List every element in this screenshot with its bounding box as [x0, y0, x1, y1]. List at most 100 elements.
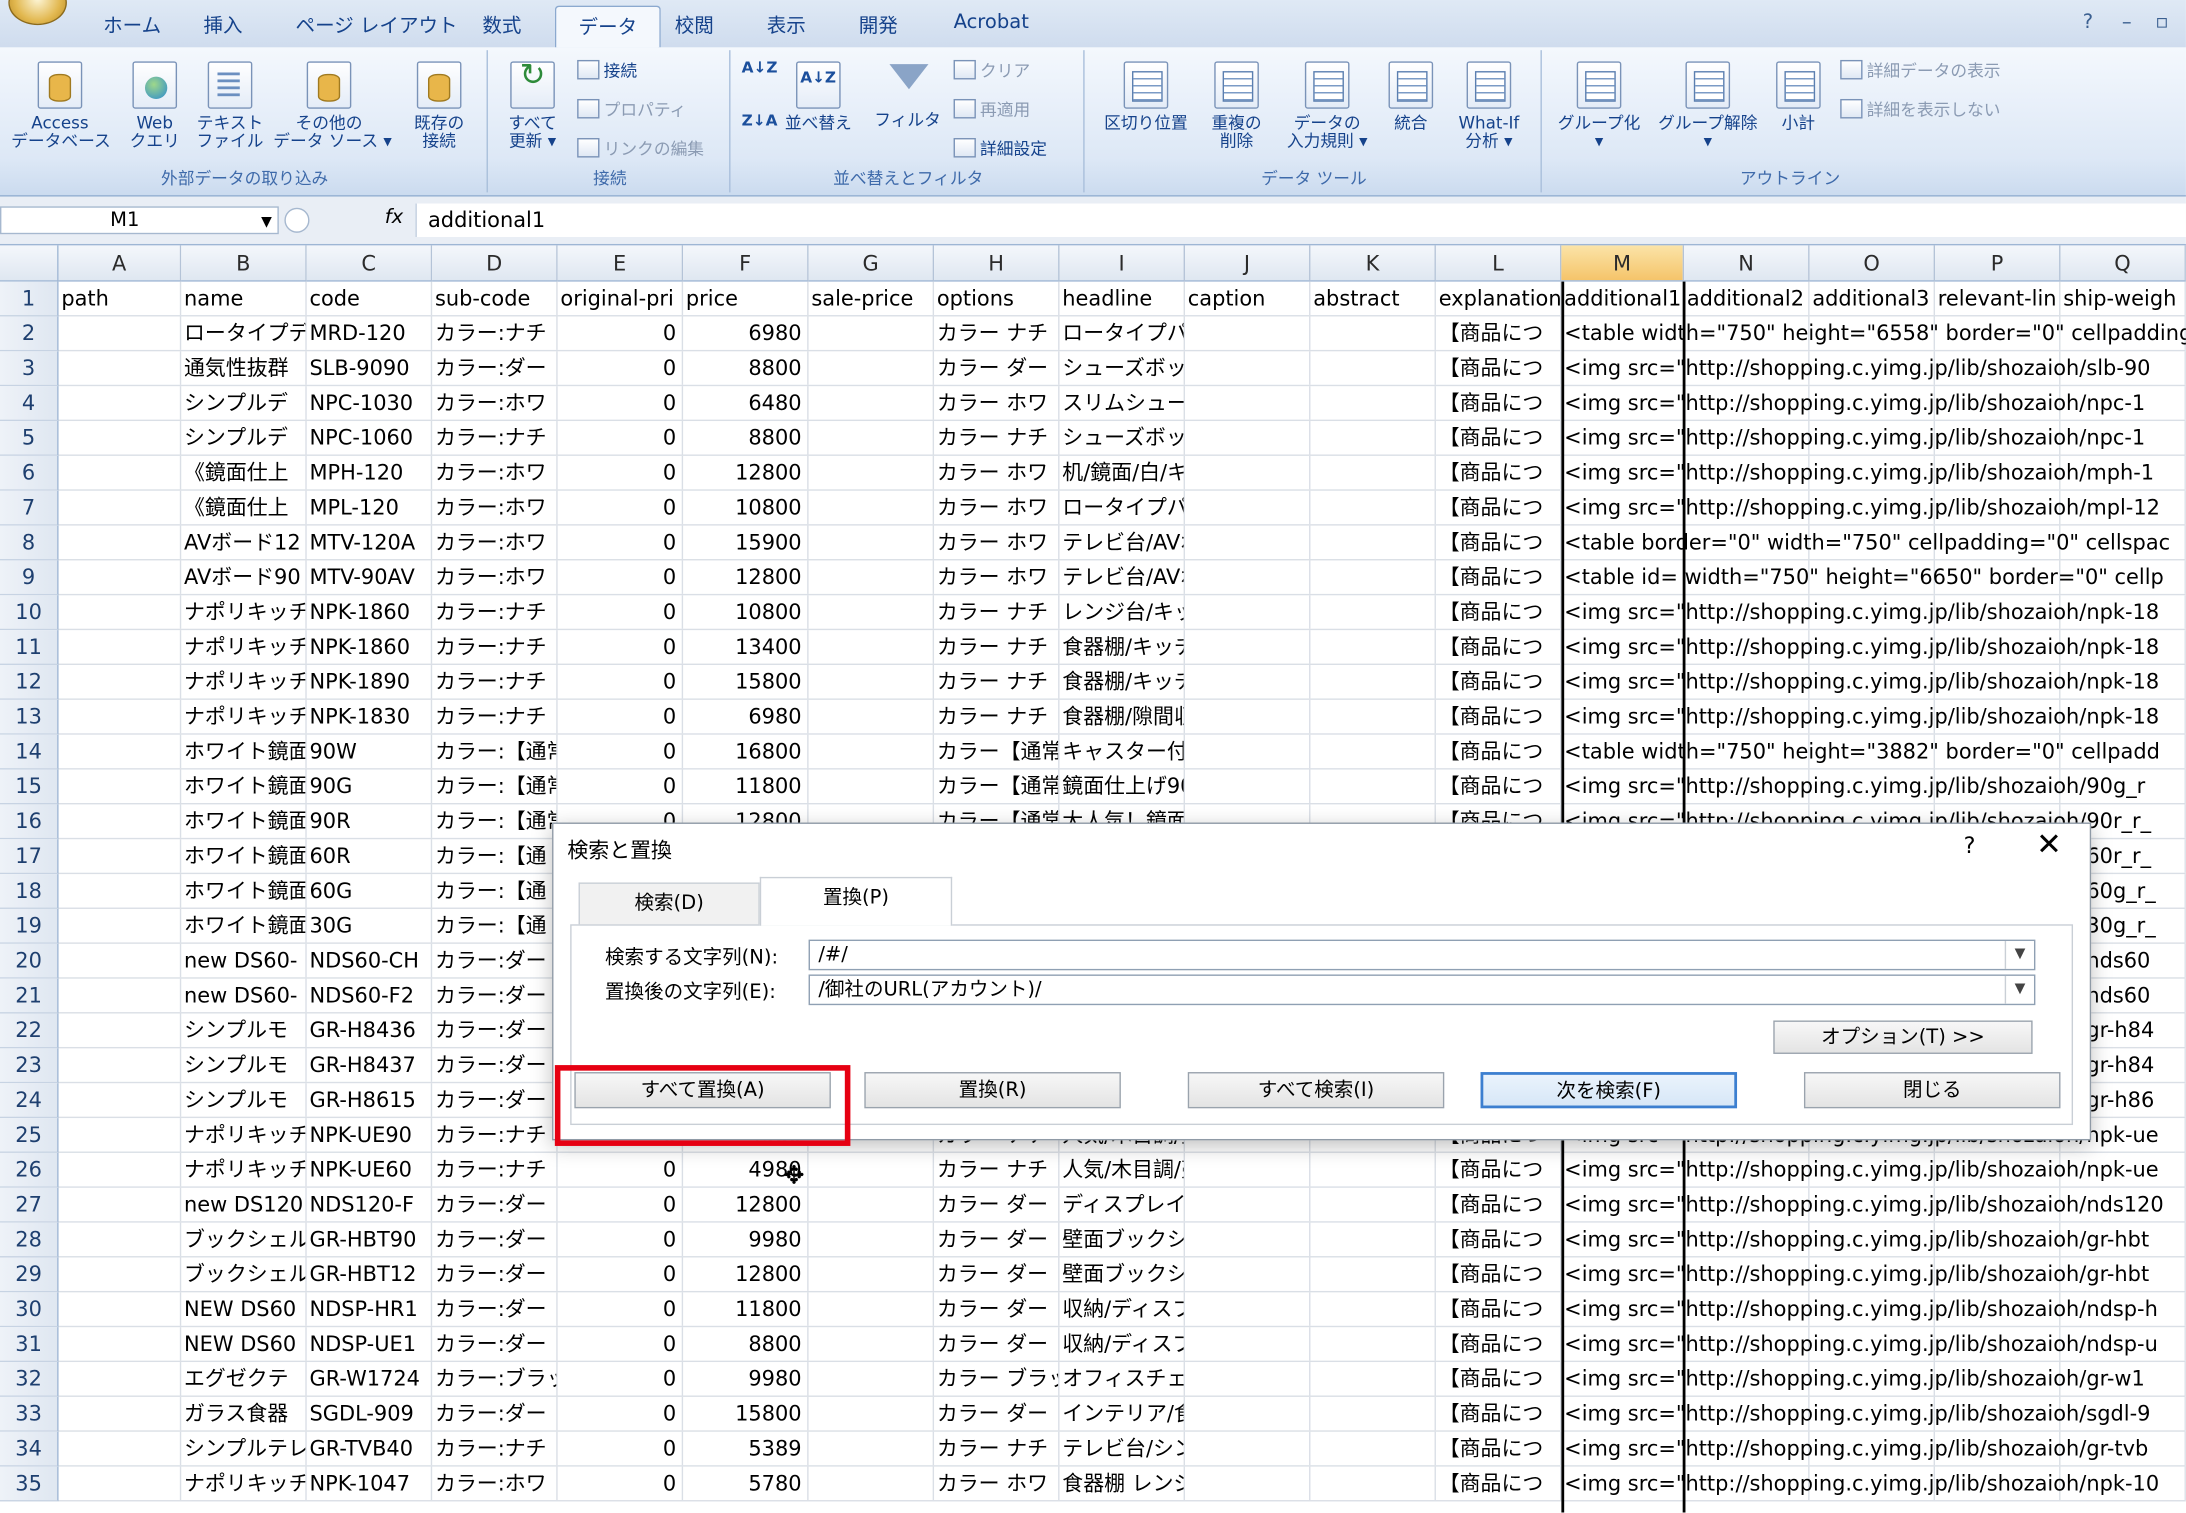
cell-f6[interactable]: 12800: [683, 455, 809, 490]
cell-l26[interactable]: 【商品につ: [1436, 1152, 1562, 1187]
cell-j27[interactable]: [1185, 1187, 1311, 1222]
cell-b16[interactable]: ホワイト鏡面: [181, 804, 307, 838]
reapply-button[interactable]: 再適用: [953, 98, 1030, 122]
cell-h33[interactable]: カラー ダー: [934, 1396, 1060, 1431]
cell-h14[interactable]: カラー【通常: [934, 734, 1060, 769]
cell-l34[interactable]: 【商品につ: [1436, 1431, 1562, 1466]
cell-a33[interactable]: [59, 1396, 182, 1431]
other-sources-button[interactable]: その他の データ ソース ▾: [273, 61, 392, 150]
column-header-l[interactable]: L: [1435, 245, 1562, 282]
cell-g6[interactable]: [809, 455, 935, 490]
cell-m8[interactable]: <table border="0" width="750" cellpaddin…: [1561, 526, 2170, 559]
cell-b30[interactable]: NEW DS60: [181, 1292, 307, 1326]
row-header[interactable]: 26: [0, 1152, 59, 1188]
cell-e5[interactable]: 0: [558, 421, 684, 455]
cell-k12[interactable]: [1310, 664, 1436, 699]
row-header[interactable]: 18: [0, 874, 59, 909]
cell-b34[interactable]: シンプルテレ: [181, 1431, 307, 1466]
cell-e26[interactable]: 0: [558, 1152, 684, 1187]
cell-m10[interactable]: <img src="http://shopping.c.yimg.jp/lib/…: [1561, 595, 2159, 628]
cell-g32[interactable]: [809, 1362, 935, 1396]
cell-j31[interactable]: [1185, 1327, 1311, 1361]
cell-k3[interactable]: [1310, 351, 1436, 385]
cell-e29[interactable]: 0: [558, 1257, 684, 1291]
cell-k7[interactable]: [1310, 490, 1436, 525]
find-all-button[interactable]: すべて検索(I): [1187, 1072, 1445, 1109]
name-box[interactable]: M1 ▼: [0, 206, 279, 235]
cell-l29[interactable]: 【商品につ: [1436, 1257, 1562, 1291]
column-header-g[interactable]: G: [808, 245, 935, 282]
column-header-h[interactable]: H: [934, 245, 1060, 282]
cell-a12[interactable]: [59, 664, 182, 699]
cell-c21[interactable]: NDS60-F2: [307, 978, 433, 1013]
tab-insert[interactable]: 挿入: [204, 11, 243, 39]
cell-c25[interactable]: NPK-UE90: [307, 1118, 433, 1152]
cell-b4[interactable]: シンプルデ: [181, 386, 307, 420]
tab-view[interactable]: 表示: [767, 11, 806, 39]
cell-i26[interactable]: 人気/木目調/売れてる/レンジ台/: [1060, 1152, 1185, 1187]
row-header[interactable]: 27: [0, 1187, 59, 1223]
cell-i32[interactable]: オフィスチェア ハイバックチェア♪: [1060, 1362, 1185, 1396]
cell-e13[interactable]: 0: [558, 699, 684, 734]
cell-c22[interactable]: GR-H8436: [307, 1013, 433, 1047]
column-header-p[interactable]: P: [1935, 245, 2061, 282]
cell-m13[interactable]: <img src="http://shopping.c.yimg.jp/lib/…: [1561, 700, 2159, 733]
cell-c17[interactable]: 60R: [307, 839, 433, 873]
cell-j15[interactable]: [1185, 769, 1311, 804]
cell-c13[interactable]: NPK-1830: [307, 699, 433, 734]
cell-b17[interactable]: ホワイト鏡面: [181, 839, 307, 873]
cell-i4[interactable]: スリムシューズボックス 玄関収納: [1060, 386, 1185, 420]
cell-h27[interactable]: カラー ダー: [934, 1187, 1060, 1222]
cell-a25[interactable]: [59, 1118, 182, 1152]
cell-e31[interactable]: 0: [558, 1327, 684, 1361]
select-all-corner[interactable]: [0, 245, 59, 282]
cell-h34[interactable]: カラー ナチ: [934, 1431, 1060, 1466]
cell-c33[interactable]: SGDL-909: [307, 1396, 433, 1431]
minimize-icon[interactable]: –: [2122, 11, 2132, 33]
cell-j13[interactable]: [1185, 699, 1311, 734]
cell-a24[interactable]: [59, 1083, 182, 1117]
cell-a20[interactable]: [59, 943, 182, 978]
cell-n1[interactable]: additional2: [1684, 281, 1810, 316]
cell-j34[interactable]: [1185, 1431, 1311, 1466]
cell-k2[interactable]: [1310, 316, 1436, 350]
cell-d24[interactable]: カラー:ダー: [432, 1083, 558, 1117]
cell-l2[interactable]: 【商品につ: [1436, 316, 1562, 350]
cell-l27[interactable]: 【商品につ: [1436, 1187, 1562, 1222]
cell-b29[interactable]: ブックシェル: [181, 1257, 307, 1291]
cell-k4[interactable]: [1310, 386, 1436, 420]
cell-b8[interactable]: AVボード12: [181, 525, 307, 560]
consolidate-button[interactable]: 統合: [1383, 61, 1439, 132]
cell-k26[interactable]: [1310, 1152, 1436, 1187]
cell-c24[interactable]: GR-H8615: [307, 1083, 433, 1117]
cell-l8[interactable]: 【商品につ: [1436, 525, 1562, 560]
cell-h35[interactable]: カラー ホワ: [934, 1466, 1060, 1501]
cell-h15[interactable]: カラー【通常: [934, 769, 1060, 804]
cell-d32[interactable]: カラー:ブラッ: [432, 1362, 558, 1396]
cell-l30[interactable]: 【商品につ: [1436, 1292, 1562, 1326]
tab-find[interactable]: 検索(D): [578, 882, 760, 925]
cell-b22[interactable]: シンプルモ: [181, 1013, 307, 1047]
cell-e12[interactable]: 0: [558, 664, 684, 699]
cell-g34[interactable]: [809, 1431, 935, 1466]
row-header[interactable]: 12: [0, 664, 59, 700]
cell-e6[interactable]: 0: [558, 455, 684, 490]
cell-k14[interactable]: [1310, 734, 1436, 769]
cell-c2[interactable]: MRD-120: [307, 316, 433, 350]
cell-d13[interactable]: カラー:ナチ: [432, 699, 558, 734]
cell-f9[interactable]: 12800: [683, 560, 809, 594]
cell-b14[interactable]: ホワイト鏡面: [181, 734, 307, 769]
dialog-help-button[interactable]: ?: [1964, 832, 1976, 858]
cell-i15[interactable]: 鏡面仕上げ90cm幅ガラス キャビネ: [1060, 769, 1185, 804]
row-header[interactable]: 19: [0, 908, 59, 944]
show-detail-button[interactable]: 詳細データの表示: [1840, 59, 2001, 83]
cell-a11[interactable]: [59, 630, 182, 664]
cell-e33[interactable]: 0: [558, 1396, 684, 1431]
help-icon[interactable]: ?: [2083, 11, 2093, 33]
column-header-o[interactable]: O: [1809, 245, 1936, 282]
tab-home[interactable]: ホーム: [103, 11, 161, 39]
cell-d28[interactable]: カラー:ダー: [432, 1222, 558, 1257]
cell-m33[interactable]: <img src="http://shopping.c.yimg.jp/lib/…: [1561, 1397, 2150, 1430]
cell-d14[interactable]: カラー:【通常: [432, 734, 558, 769]
row-header[interactable]: 30: [0, 1292, 59, 1328]
